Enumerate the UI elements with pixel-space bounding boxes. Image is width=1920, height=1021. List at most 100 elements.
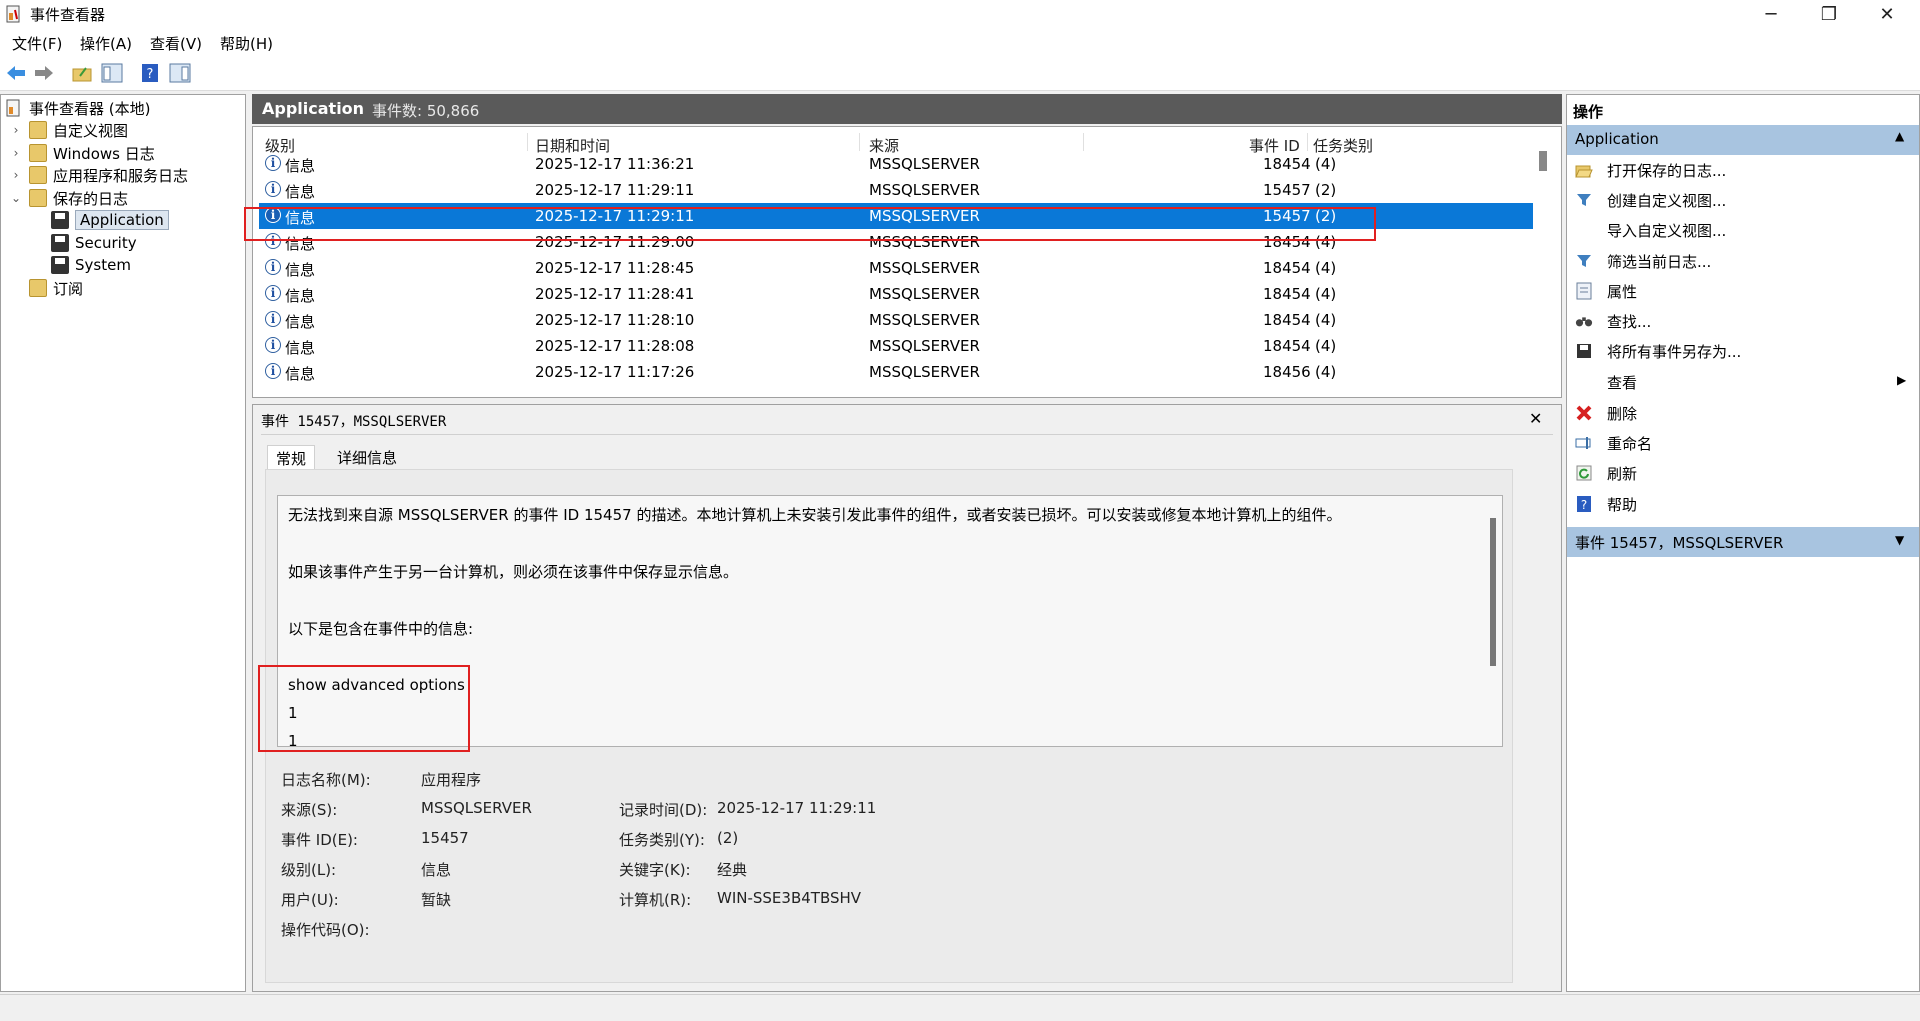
menu-file[interactable]: 文件(F) [12, 33, 62, 54]
cell-datetime: 2025-12-17 11:29:00 [535, 233, 695, 251]
chevron-down-icon[interactable]: ⌄ [9, 191, 23, 205]
action-item[interactable]: 将所有事件另存为... [1567, 336, 1919, 366]
tree-windows-logs[interactable]: › Windows 日志 [9, 142, 155, 164]
chevron-right-icon[interactable]: › [9, 123, 23, 137]
tree-item-security[interactable]: Security [51, 232, 137, 254]
cell-event-id: 18454 [1263, 233, 1311, 251]
level-value: 信息 [421, 861, 452, 879]
actions-section-event[interactable]: 事件 15457，MSSQLSERVER ▼ [1567, 527, 1919, 557]
minimize-button[interactable]: ─ [1742, 0, 1800, 28]
table-row[interactable]: i 信息 2025-12-17 11:29:11 MSSQLSERVER 15457 (2… [259, 203, 1533, 229]
column-separator[interactable] [1083, 133, 1084, 151]
show-hide-tree-icon[interactable] [100, 61, 124, 85]
cell-task: (4) [1315, 337, 1337, 355]
collapse-up-icon[interactable]: ▲ [1895, 129, 1904, 143]
cell-level: 信息 [285, 339, 316, 357]
detail-close-icon[interactable]: ✕ [1529, 409, 1542, 428]
chevron-right-icon[interactable]: › [9, 146, 23, 160]
column-separator[interactable] [859, 133, 860, 151]
tree-subscriptions[interactable]: 订阅 [29, 277, 83, 299]
event-detail-pane: 事件 15457，MSSQLSERVER ✕ 常规 详细信息 无法找到来自源 M… [252, 404, 1562, 992]
help-toolbar-icon[interactable]: ? [138, 61, 162, 85]
cell-datetime: 2025-12-17 11:36:21 [535, 155, 695, 173]
action-item-label: 筛选当前日志... [1607, 253, 1712, 271]
action-item[interactable]: ? 帮助 [1567, 489, 1919, 519]
tree-saved-logs[interactable]: ⌄ 保存的日志 [9, 187, 128, 209]
close-window-button[interactable]: ✕ [1858, 0, 1916, 28]
action-item[interactable]: 删除 [1567, 398, 1919, 428]
tree-app-service-logs[interactable]: › 应用程序和服务日志 [9, 164, 188, 186]
keywords-label: 关键字(K): [619, 861, 691, 879]
table-row[interactable]: i 信息 2025-12-17 11:17:26 MSSQLSERVER 18456 (4… [259, 359, 1533, 385]
action-item[interactable]: 筛选当前日志... [1567, 246, 1919, 276]
table-row[interactable]: i 信息 2025-12-17 11:29:00 MSSQLSERVER 18454 (4… [259, 229, 1533, 255]
tree-item-application[interactable]: Application [51, 209, 169, 231]
table-row[interactable]: i 信息 2025-12-17 11:28:41 MSSQLSERVER 18454 (4… [259, 281, 1533, 307]
action-item[interactable]: 属性 [1567, 276, 1919, 306]
svg-text:?: ? [147, 67, 154, 82]
table-row[interactable]: i 信息 2025-12-17 11:29:11 MSSQLSERVER 15457 (2… [259, 177, 1533, 203]
tree-root-label: 事件查看器 (本地) [29, 99, 151, 118]
cell-source: MSSQLSERVER [869, 181, 980, 199]
cell-task: (2) [1315, 181, 1337, 199]
cell-event-id: 18454 [1263, 285, 1311, 303]
menu-view[interactable]: 查看(V) [150, 33, 202, 54]
tree-custom-views[interactable]: › 自定义视图 [9, 119, 128, 141]
up-folder-icon[interactable] [70, 61, 94, 85]
column-separator[interactable] [527, 133, 528, 151]
menu-help[interactable]: 帮助(H) [220, 33, 273, 54]
back-arrow-icon[interactable] [4, 61, 28, 85]
action-item[interactable]: 打开保存的日志... [1567, 155, 1919, 185]
action-item[interactable]: 查找... [1567, 306, 1919, 336]
menu-action[interactable]: 操作(A) [80, 33, 132, 54]
forward-arrow-icon[interactable] [32, 61, 56, 85]
filter-icon [1575, 191, 1593, 209]
tree-subscriptions-label: 订阅 [53, 279, 84, 298]
cell-task: (4) [1315, 363, 1337, 381]
action-item-label: 查看 [1607, 374, 1638, 392]
actions-title: 操作 [1573, 103, 1604, 121]
cell-datetime: 2025-12-17 11:17:26 [535, 363, 695, 381]
tab-general[interactable]: 常规 [267, 445, 316, 471]
description-scrollbar-thumb[interactable] [1490, 518, 1496, 666]
action-item[interactable]: 查看 ▶ [1567, 367, 1919, 397]
action-item-label: 将所有事件另存为... [1607, 343, 1742, 361]
info-icon: i [265, 285, 281, 301]
action-item[interactable]: 导入自定义视图... [1567, 215, 1919, 245]
description-line: 无法找到来自源 MSSQLSERVER 的事件 ID 15457 的描述。本地计… [288, 506, 1342, 524]
table-row[interactable]: i 信息 2025-12-17 11:36:21 MSSQLSERVER 18454 (4… [259, 151, 1533, 177]
event-id-label: 事件 ID(E): [281, 831, 358, 849]
list-scrollbar-thumb[interactable] [1539, 151, 1547, 171]
log-header: Application 事件数: 50,866 [252, 94, 1562, 124]
action-item[interactable]: 创建自定义视图... [1567, 185, 1919, 215]
action-item[interactable]: 刷新 [1567, 458, 1919, 488]
chevron-right-icon[interactable]: › [9, 168, 23, 182]
action-item[interactable]: 重命名 [1567, 428, 1919, 458]
table-row[interactable]: i 信息 2025-12-17 11:28:45 MSSQLSERVER 18454 (4… [259, 255, 1533, 281]
event-viewer-app-icon [6, 5, 20, 23]
action-item-label: 重命名 [1607, 435, 1653, 453]
tree-root[interactable]: 事件查看器 (本地) [5, 97, 150, 119]
info-icon: i [265, 207, 281, 223]
maximize-button[interactable]: ❐ [1800, 0, 1858, 28]
description-line: 以下是包含在事件中的信息: [288, 620, 474, 638]
table-row[interactable]: i 信息 2025-12-17 11:28:10 MSSQLSERVER 18454 (4… [259, 307, 1533, 333]
detail-divider [261, 434, 1553, 435]
cell-level: 信息 [285, 313, 316, 331]
description-line: 如果该事件产生于另一台计算机，则必须在该事件中保存显示信息。 [288, 563, 739, 581]
event-description[interactable]: 无法找到来自源 MSSQLSERVER 的事件 ID 15457 的描述。本地计… [277, 495, 1503, 747]
folder-icon [29, 121, 47, 139]
title-bar: 事件查看器 ─ ❐ ✕ [0, 0, 1920, 28]
tab-details[interactable]: 详细信息 [329, 445, 405, 470]
user-label: 用户(U): [281, 891, 339, 909]
tree-windows-logs-label: Windows 日志 [53, 144, 155, 163]
tree-item-system[interactable]: System [51, 254, 131, 276]
collapse-down-icon[interactable]: ▼ [1895, 533, 1904, 547]
cell-source: MSSQLSERVER [869, 337, 980, 355]
actions-section-application[interactable]: Application ▲ [1567, 125, 1919, 155]
properties-icon [1575, 282, 1593, 300]
folder-icon [29, 189, 47, 207]
column-separator[interactable] [1307, 133, 1308, 151]
table-row[interactable]: i 信息 2025-12-17 11:28:08 MSSQLSERVER 18454 (4… [259, 333, 1533, 359]
show-hide-action-pane-icon[interactable] [168, 61, 192, 85]
